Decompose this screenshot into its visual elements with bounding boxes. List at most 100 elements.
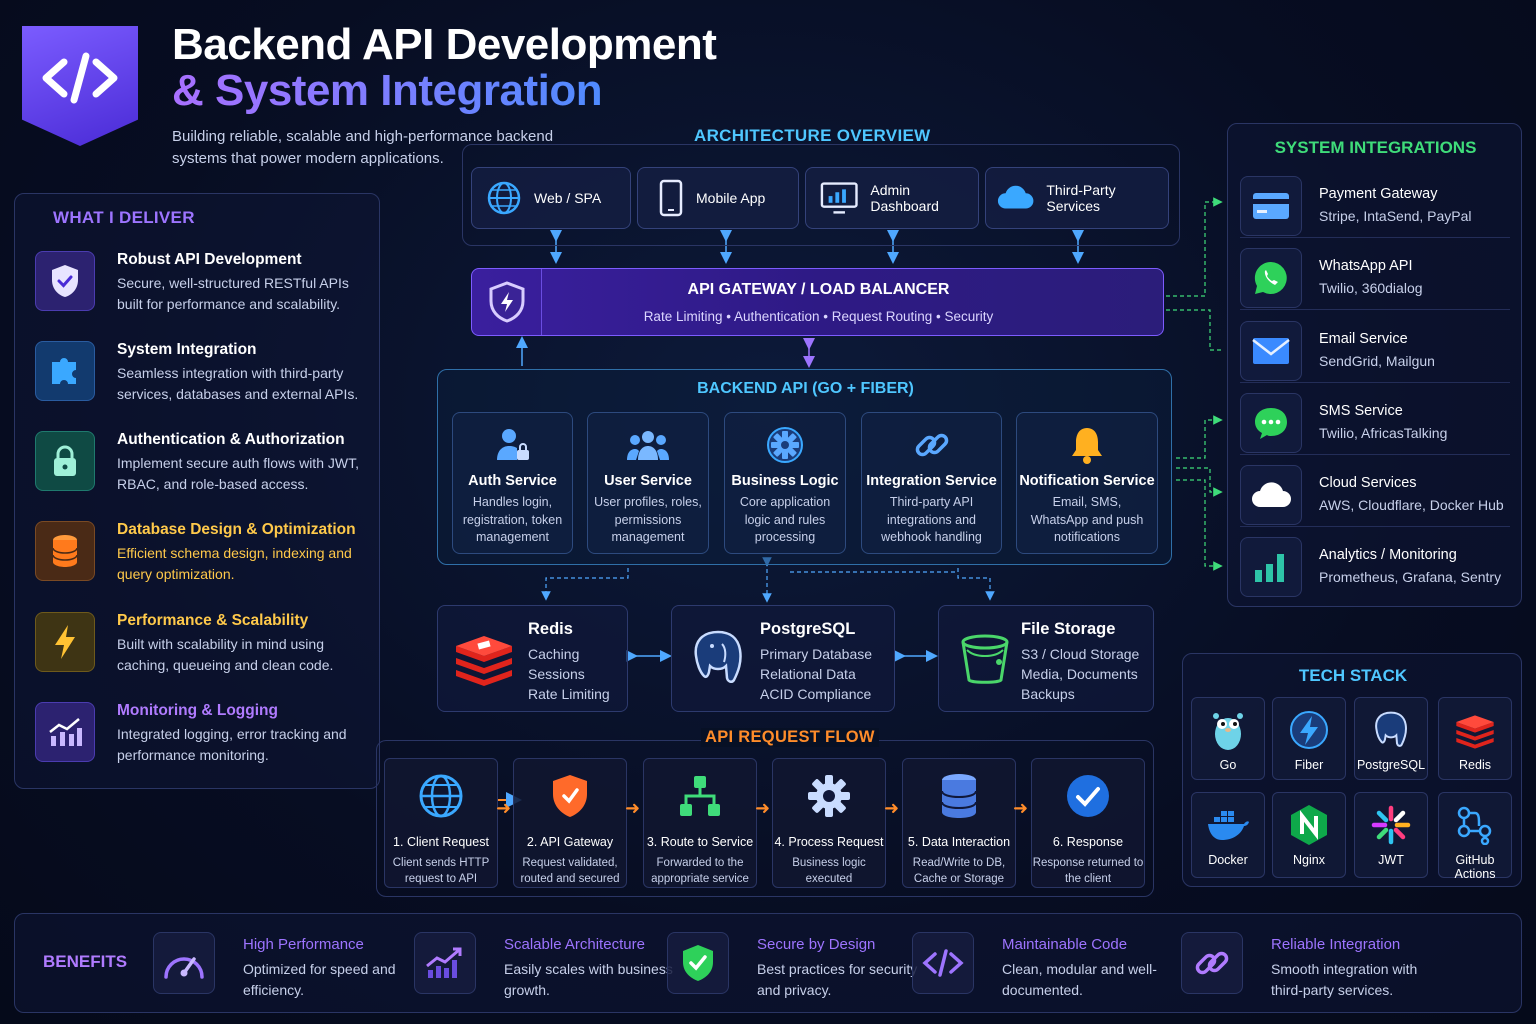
shield-gateway-icon	[545, 771, 595, 821]
flow-step[interactable]: 1. Client Request Client sends HTTP requ…	[384, 758, 498, 888]
storage-line: Sessions	[528, 666, 585, 682]
storage-file[interactable]: File Storage S3 / Cloud Storage Media, D…	[938, 605, 1154, 712]
benefits-title: BENEFITS	[43, 952, 128, 971]
flow-step[interactable]: 3. Route to Service Forwarded to the app…	[643, 758, 757, 888]
bucket-icon	[955, 628, 1015, 688]
storage-postgresql[interactable]: PostgreSQL Primary Database Relational D…	[671, 605, 895, 712]
api-gateway[interactable]: API GATEWAY / LOAD BALANCER Rate Limitin…	[471, 268, 1164, 336]
deliver-item-title: Performance & Scalability	[117, 612, 309, 629]
client-admin[interactable]: Admin Dashboard	[805, 167, 979, 229]
integrations-panel: SYSTEM INTEGRATIONS Payment Gateway Stri…	[1227, 123, 1522, 607]
tech-redis[interactable]: Redis	[1438, 697, 1512, 780]
integration-title: SMS Service	[1319, 403, 1403, 419]
integration-item[interactable]: Analytics / Monitoring Prometheus, Grafa…	[1240, 537, 1510, 599]
service-title: Integration Service	[866, 473, 997, 489]
benefit-item: Secure by Design Best practices for secu…	[667, 932, 917, 998]
flow-step-title: 1. Client Request	[393, 835, 489, 849]
page-title-line2: & System Integration	[172, 66, 603, 115]
lightning-icon	[35, 612, 95, 672]
speedometer-icon	[153, 932, 215, 994]
redis-icon	[1453, 708, 1497, 752]
benefit-item: Scalable Architecture Easily scales with…	[414, 932, 673, 998]
tech-postgresql[interactable]: PostgreSQL	[1354, 697, 1428, 780]
lock-icon	[35, 431, 95, 491]
deliver-item: System Integration Seamless integration …	[35, 341, 375, 421]
tech-fiber[interactable]: Fiber	[1272, 697, 1346, 780]
database-icon	[35, 521, 95, 581]
flow-step[interactable]: 2. API Gateway Request validated, routed…	[513, 758, 627, 888]
check-circle-icon	[1063, 771, 1113, 821]
redis-icon	[454, 628, 514, 688]
postgresql-elephant-icon	[1369, 708, 1413, 752]
tech-nginx[interactable]: Nginx	[1272, 792, 1346, 878]
deliver-item-desc: Built with scalability in mind using cac…	[117, 636, 334, 673]
flow-step-title: 6. Response	[1052, 835, 1124, 849]
tech-github-actions[interactable]: GitHub Actions	[1438, 792, 1512, 881]
flow-title: API REQUEST FLOW	[701, 728, 879, 747]
client-web[interactable]: Web / SPA	[471, 167, 631, 229]
integration-desc: Twilio, 360dialog	[1319, 280, 1423, 296]
puzzle-icon	[35, 341, 95, 401]
integration-item[interactable]: Email Service SendGrid, Mailgun	[1240, 321, 1510, 383]
service-title: Notification Service	[1019, 473, 1155, 489]
client-mobile[interactable]: Mobile App	[637, 167, 799, 229]
tech-go[interactable]: Go	[1191, 697, 1265, 780]
storage-line: S3 / Cloud Storage	[1021, 646, 1140, 662]
code-brackets-icon	[912, 932, 974, 994]
benefits-bar: BENEFITS High Performance Optimized for …	[14, 913, 1522, 1013]
client-third-party[interactable]: Third-Party Services	[985, 167, 1169, 229]
service-user[interactable]: User Service User profiles, roles, permi…	[587, 412, 709, 554]
service-auth[interactable]: Auth Service Handles login, registration…	[452, 412, 573, 554]
integration-item[interactable]: Cloud Services AWS, Cloudflare, Docker H…	[1240, 465, 1510, 527]
flow-step-title: 3. Route to Service	[646, 835, 754, 849]
benefit-desc: Clean, modular and well-documented.	[1002, 961, 1157, 998]
tech-docker[interactable]: Docker	[1191, 792, 1265, 878]
storage-line: Relational Data	[760, 666, 856, 682]
tech-stack-title: TECH STACK	[1298, 666, 1408, 685]
service-title: Auth Service	[468, 473, 557, 489]
chart-growth-icon	[414, 932, 476, 994]
service-integration[interactable]: Integration Service Third-party API inte…	[861, 412, 1002, 554]
flow-step[interactable]: 4. Process Request Business logic execut…	[772, 758, 886, 888]
client-label: Third-Party Services	[1046, 182, 1116, 214]
backend-title: BACKEND API (GO + FIBER)	[697, 380, 914, 397]
benefit-title: High Performance	[243, 936, 364, 953]
flow-arrow-icon: ➜	[1013, 798, 1029, 818]
deliver-item-desc: Implement secure auth flows with JWT, RB…	[117, 455, 359, 492]
flow-step-desc: Forwarded to the appropriate service	[651, 857, 749, 885]
flow-step-title: 5. Data Interaction	[907, 835, 1011, 849]
flow-step-title: 4. Process Request	[774, 835, 884, 849]
integrations-title: SYSTEM INTEGRATIONS	[1274, 138, 1477, 157]
deliver-item-desc: Seamless integration with third-party se…	[117, 365, 359, 402]
integration-desc: SendGrid, Mailgun	[1319, 353, 1435, 369]
storage-redis[interactable]: Redis Caching Sessions Rate Limiting	[437, 605, 628, 712]
integration-item[interactable]: Payment Gateway Stripe, IntaSend, PayPal	[1240, 176, 1510, 238]
flow-step-title: 2. API Gateway	[526, 835, 614, 849]
cloud-icon	[997, 185, 1034, 209]
flow-step[interactable]: 6. Response Response returned to the cli…	[1031, 758, 1145, 888]
service-notification[interactable]: Notification Service Email, SMS, WhatsAp…	[1016, 412, 1158, 554]
flow-step[interactable]: 5. Data Interaction Read/Write to DB, Ca…	[902, 758, 1016, 888]
integration-item[interactable]: WhatsApp API Twilio, 360dialog	[1240, 248, 1510, 310]
benefit-item: Reliable Integration Smooth integration …	[1181, 932, 1421, 998]
tech-label: Fiber	[1294, 758, 1324, 772]
integration-desc: AWS, Cloudflare, Docker Hub	[1319, 497, 1504, 513]
gear-icon	[763, 425, 807, 465]
flow-arrow-icon: ➜	[496, 798, 512, 818]
integration-item[interactable]: SMS Service Twilio, AfricasTalking	[1240, 393, 1510, 455]
link-icon	[1181, 932, 1243, 994]
gear-icon	[804, 771, 854, 821]
integration-title: Email Service	[1319, 331, 1408, 347]
integration-title: Analytics / Monitoring	[1319, 547, 1457, 563]
deliver-item-title: Monitoring & Logging	[117, 702, 278, 719]
tech-jwt[interactable]: JWT	[1354, 792, 1428, 878]
deliver-panel: WHAT I DELIVER Robust API Development Se…	[14, 193, 380, 789]
tech-label: Nginx	[1293, 853, 1325, 867]
flow-arrow-icon: ➜	[625, 798, 641, 818]
service-desc: Core application logic and rules process…	[739, 495, 831, 544]
deliver-title: WHAT I DELIVER	[53, 208, 195, 227]
deliver-item: Performance & Scalability Built with sca…	[35, 612, 375, 692]
integration-desc: Twilio, AfricasTalking	[1319, 425, 1448, 441]
service-business-logic[interactable]: Business Logic Core application logic an…	[724, 412, 846, 554]
chart-trend-icon	[35, 702, 95, 762]
